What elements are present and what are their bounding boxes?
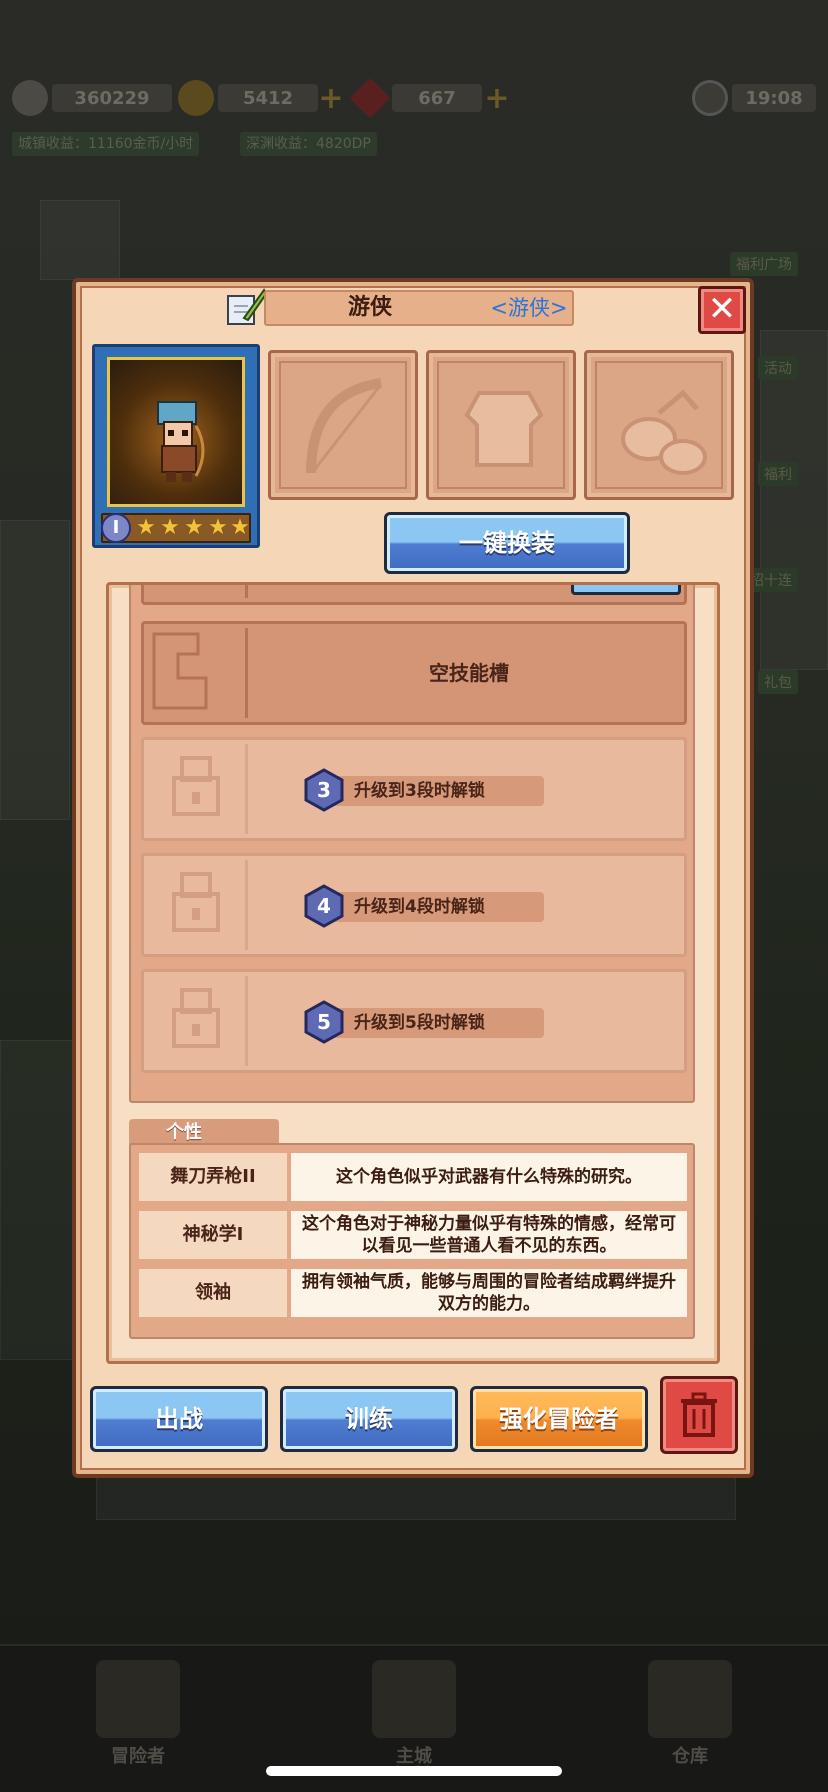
train-button[interactable]: 训练	[280, 1386, 458, 1452]
star-icon: ★	[230, 515, 250, 540]
side-label-gift-pack[interactable]: 礼包	[758, 670, 798, 694]
tier-hexagon-icon: 4	[304, 884, 344, 928]
accessory-icon	[621, 389, 707, 475]
abyss-income: 深渊收益：4820DP	[240, 132, 377, 156]
hero-portrait[interactable]: I ★ ★ ★ ★ ★	[92, 344, 260, 548]
adventurer-helmet-icon	[96, 1660, 180, 1738]
tier-hexagon-icon: 5	[304, 1000, 344, 1044]
skill-icon-box	[148, 860, 248, 950]
battle-button[interactable]: 出战	[90, 1386, 268, 1452]
castle-icon	[372, 1660, 456, 1738]
unlock-requirement: 升级到4段时解锁	[354, 897, 485, 917]
tier-number: 5	[317, 1010, 331, 1034]
trait-name: 领袖	[139, 1269, 287, 1317]
trait-row: 神秘学I 这个角色对于神秘力量似乎有特殊的情感，经常可以看见一些普通人看不见的东…	[139, 1211, 687, 1259]
skill-icon-box	[148, 585, 248, 598]
tier-number: 3	[317, 778, 331, 802]
ranger-avatar	[157, 401, 205, 482]
quill-icon	[227, 288, 268, 325]
side-label-welfare[interactable]: 福利	[758, 462, 798, 486]
rank-badge: I	[101, 513, 131, 543]
class-subtitle: <游侠>	[490, 296, 568, 320]
trait-description: 这个角色对于神秘力量似乎有特殊的情感，经常可以看见一些普通人看不见的东西。	[291, 1211, 687, 1259]
trait-row: 领袖 拥有领袖气质，能够与周围的冒险者结成羁绊提升双方的能力。	[139, 1269, 687, 1317]
home-indicator	[266, 1766, 562, 1776]
add-gems-icon[interactable]: +	[484, 84, 510, 114]
lock-icon	[172, 756, 220, 816]
close-button[interactable]: ✕	[698, 286, 746, 334]
crystal-icon	[12, 80, 48, 116]
town-income: 城镇收益：11160金币/小时	[12, 132, 200, 156]
trait-name: 舞刀弄枪II	[139, 1153, 287, 1201]
enhance-adventurer-button[interactable]: 强化冒险者	[470, 1386, 648, 1452]
details-scroll-panel[interactable]: 空技能槽 3 升级到3段时解锁 4 升级到4段时解锁 5 升级到5段时解锁 个性…	[106, 582, 720, 1364]
skill-icon-box	[148, 976, 248, 1066]
modal-title: 游侠	[347, 295, 392, 320]
crystal-count: 360229	[52, 84, 172, 112]
clock-icon	[692, 80, 728, 116]
trait-description: 这个角色似乎对武器有什么特殊的研究。	[291, 1153, 687, 1201]
empty-skill-label: 空技能槽	[429, 661, 509, 685]
resource-bar: 360229 5412 + 667 + 19:08 城镇收益：11160金币/小…	[0, 77, 828, 160]
nav-adventurers[interactable]: 冒险者	[0, 1646, 276, 1792]
delete-button[interactable]	[660, 1376, 738, 1454]
trash-icon	[681, 1392, 717, 1437]
gold-coin-icon	[178, 80, 214, 116]
side-label-welfare-plaza[interactable]: 福利广场	[730, 252, 798, 276]
trait-description: 拥有领袖气质，能够与周围的冒险者结成羁绊提升双方的能力。	[291, 1269, 687, 1317]
lock-icon	[172, 988, 220, 1048]
equip-slot-armor[interactable]	[426, 350, 576, 500]
star-icon: ★	[208, 515, 228, 540]
skill-icon-box	[148, 744, 248, 834]
equip-slot-accessory[interactable]	[584, 350, 734, 500]
gem-count: 667	[392, 84, 482, 112]
star-icon: ★	[136, 515, 156, 540]
tier-hexagon-icon: 3	[304, 768, 344, 812]
unlock-requirement: 升级到5段时解锁	[354, 1013, 485, 1033]
nav-warehouse-label: 仓库	[672, 1746, 708, 1767]
bow-icon	[306, 378, 382, 474]
side-label-events[interactable]: 活动	[758, 356, 798, 380]
equip-slot-weapon[interactable]	[268, 350, 418, 500]
clock-time: 19:08	[732, 84, 816, 112]
unlock-requirement: 升级到3段时解锁	[354, 781, 485, 801]
gold-count: 5412	[218, 84, 318, 112]
skill-slot-empty[interactable]: 空技能槽	[141, 621, 687, 725]
lock-icon	[172, 872, 220, 932]
star-icon: ★	[160, 515, 180, 540]
building-block	[0, 1040, 80, 1360]
portrait-frame	[107, 357, 245, 507]
skill-slot-locked-5: 5 升级到5段时解锁	[141, 969, 687, 1073]
skill-slots-area: 空技能槽 3 升级到3段时解锁 4 升级到4段时解锁 5 升级到5段时解锁	[129, 585, 695, 1103]
building-block	[0, 520, 70, 820]
warehouse-icon	[648, 1660, 732, 1738]
skill-icon-box	[148, 628, 248, 718]
nav-warehouse[interactable]: 仓库	[552, 1646, 828, 1792]
equip-all-button[interactable]: 一键换装	[384, 512, 630, 574]
skill-slot-locked-4: 4 升级到4段时解锁	[141, 853, 687, 957]
armor-icon	[464, 391, 544, 467]
close-icon: ✕	[707, 289, 737, 329]
building-block	[760, 330, 828, 670]
trait-row: 舞刀弄枪II 这个角色似乎对武器有什么特殊的研究。	[139, 1153, 687, 1201]
building-block	[40, 200, 120, 280]
star-icon: ★	[184, 515, 204, 540]
trait-name: 神秘学I	[139, 1211, 287, 1259]
tier-number: 4	[317, 894, 331, 918]
slot-pattern-icon	[152, 632, 208, 710]
skill-slot-locked-3: 3 升级到3段时解锁	[141, 737, 687, 841]
traits-list: 舞刀弄枪II 这个角色似乎对武器有什么特殊的研究。 神秘学I 这个角色对于神秘力…	[129, 1143, 695, 1339]
nav-adventurers-label: 冒险者	[111, 1746, 165, 1767]
partial-blue-button[interactable]	[571, 585, 681, 595]
add-gold-icon[interactable]: +	[318, 84, 344, 114]
gem-icon	[349, 77, 391, 119]
rank-bar: I ★ ★ ★ ★ ★	[101, 513, 251, 543]
